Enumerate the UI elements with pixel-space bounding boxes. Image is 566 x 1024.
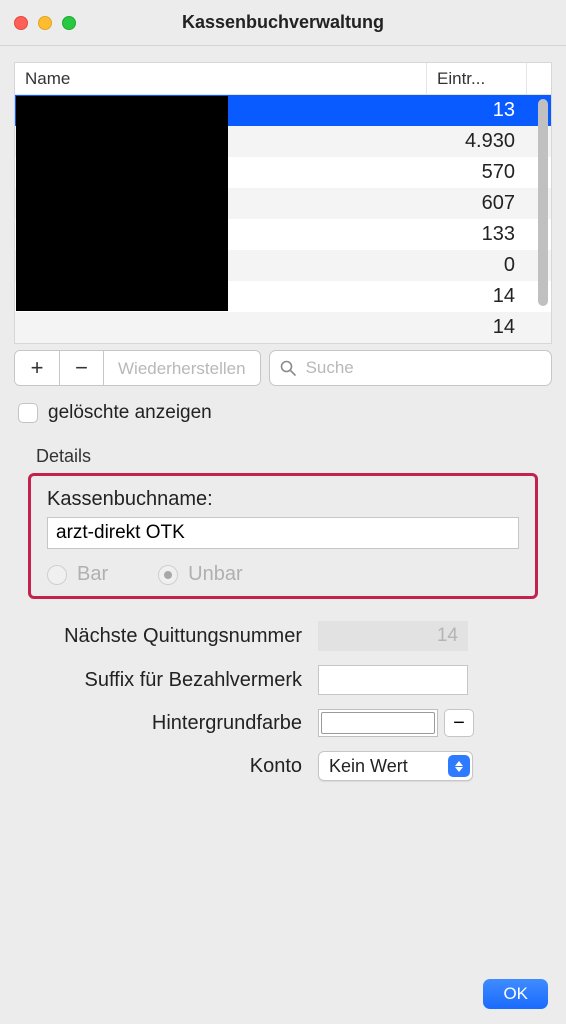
titlebar: Kassenbuchverwaltung <box>0 0 566 46</box>
cell-eintr: 14 <box>427 312 527 343</box>
suffix-label: Suffix für Bezahlvermerk <box>28 669 318 692</box>
table-row[interactable]: arzt-direkt OTK13 <box>15 95 551 126</box>
cell-eintr: 4.930 <box>427 126 527 157</box>
search-field-wrap[interactable] <box>269 350 552 386</box>
cashbook-table: Name Eintr... arzt-direkt OTK134.9305706… <box>14 62 552 344</box>
restore-button[interactable]: Wiederherstellen <box>103 351 260 385</box>
minimize-window-button[interactable] <box>38 16 52 30</box>
next-receipt-field <box>318 621 468 651</box>
column-header-eintr[interactable]: Eintr... <box>427 63 527 94</box>
show-deleted-label: gelöschte anzeigen <box>48 402 212 424</box>
cell-name: arzt-direkt OTK <box>15 95 427 126</box>
remove-button[interactable]: − <box>59 351 103 385</box>
suffix-input[interactable] <box>318 665 468 695</box>
scrollbar-thumb[interactable] <box>538 99 548 306</box>
cell-eintr: 0 <box>427 250 527 281</box>
show-deleted-checkbox[interactable] <box>18 403 38 423</box>
cell-eintr: 13 <box>427 95 527 126</box>
bgcolor-clear-button[interactable]: − <box>444 709 474 737</box>
chevron-updown-icon <box>448 755 470 777</box>
table-row[interactable]: 133 <box>15 219 551 250</box>
window-title: Kassenbuchverwaltung <box>0 12 566 33</box>
radio-bar[interactable]: Bar <box>47 563 108 586</box>
cell-eintr: 607 <box>427 188 527 219</box>
cell-name <box>15 250 427 281</box>
cell-eintr: 14 <box>427 281 527 312</box>
bgcolor-well[interactable] <box>318 709 438 737</box>
bgcolor-label: Hintergrundfarbe <box>28 712 318 735</box>
footer: OK <box>0 964 566 1024</box>
table-row[interactable]: 14 <box>15 312 551 343</box>
konto-select[interactable]: Kein Wert <box>318 751 473 781</box>
details-group: Kassenbuchname: Bar Unbar <box>28 473 538 599</box>
details-section-label: Details <box>36 446 552 467</box>
cell-name <box>15 281 427 312</box>
radio-bar-label: Bar <box>77 563 108 586</box>
column-header-name[interactable]: Name <box>15 63 427 94</box>
search-input[interactable] <box>304 357 541 379</box>
cell-eintr: 133 <box>427 219 527 250</box>
konto-label: Konto <box>28 755 318 778</box>
cell-name <box>15 312 427 343</box>
table-row[interactable]: 607 <box>15 188 551 219</box>
search-icon <box>280 360 296 376</box>
radio-unbar-label: Unbar <box>188 563 242 586</box>
traffic-lights <box>14 16 76 30</box>
cell-name <box>15 188 427 219</box>
konto-select-value: Kein Wert <box>329 756 408 777</box>
cell-eintr: 570 <box>427 157 527 188</box>
add-button[interactable]: + <box>15 351 59 385</box>
list-edit-segment: + − Wiederherstellen <box>14 350 261 386</box>
zoom-window-button[interactable] <box>62 16 76 30</box>
ok-button[interactable]: OK <box>483 979 548 1009</box>
scrollbar[interactable] <box>538 99 548 340</box>
table-row[interactable]: 4.930 <box>15 126 551 157</box>
cell-name <box>15 157 427 188</box>
column-header-pad <box>527 63 551 94</box>
cell-name <box>15 126 427 157</box>
next-receipt-label: Nächste Quittungsnummer <box>28 625 318 648</box>
close-window-button[interactable] <box>14 16 28 30</box>
cell-name <box>15 219 427 250</box>
radio-unbar[interactable]: Unbar <box>158 563 242 586</box>
table-row[interactable]: 14 <box>15 281 551 312</box>
table-row[interactable]: 0 <box>15 250 551 281</box>
table-row[interactable]: 570 <box>15 157 551 188</box>
name-field-label: Kassenbuchname: <box>47 488 519 511</box>
cashbook-name-input[interactable] <box>47 517 519 549</box>
